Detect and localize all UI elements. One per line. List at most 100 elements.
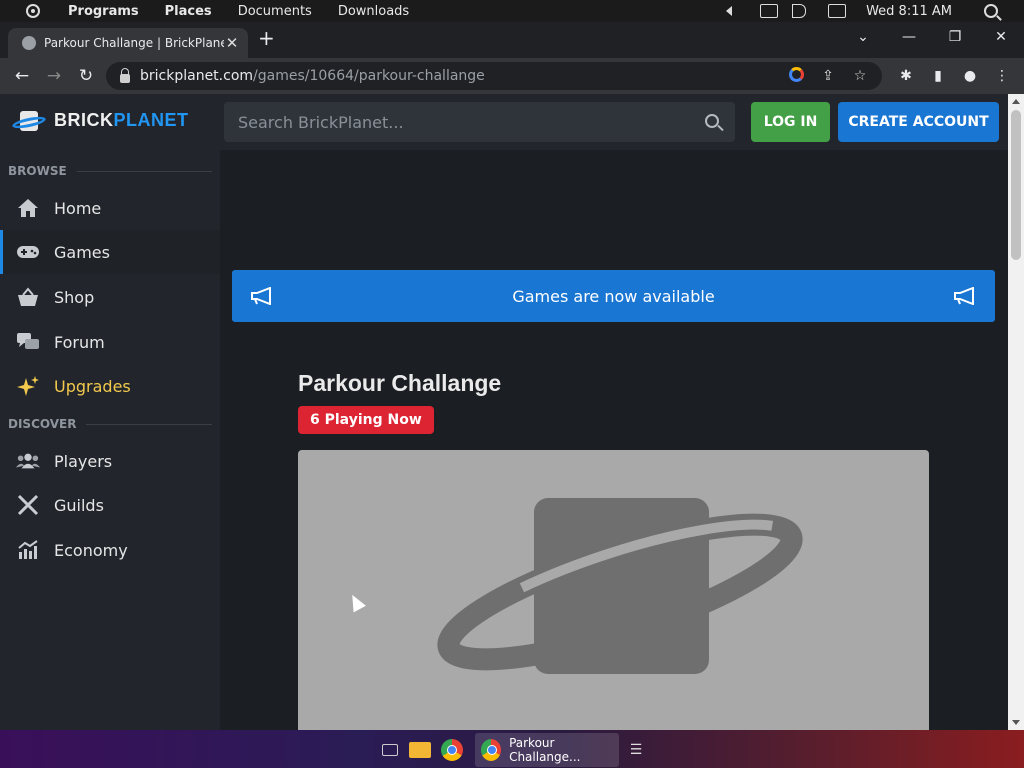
chrome-icon [481, 739, 502, 761]
sidebar-item-home[interactable]: Home [0, 186, 220, 230]
sidebar-item-label: Players [54, 451, 113, 471]
brickplanet-placeholder-icon [437, 498, 803, 674]
share-icon[interactable]: ⇪ [812, 68, 844, 84]
bookmark-star-icon[interactable]: ☆ [844, 68, 876, 84]
minimize-button[interactable]: — [886, 29, 932, 45]
chrome-menu-icon[interactable]: ⋮ [986, 68, 1018, 84]
google-lens-icon[interactable] [780, 66, 812, 86]
site-search-icon[interactable] [705, 114, 719, 128]
login-button[interactable]: LOG IN [751, 102, 830, 142]
sidebar: BROWSE Home Games Shop Forum Upgrades DI… [0, 150, 220, 730]
game-title: Parkour Challange [298, 370, 502, 396]
network-icon[interactable] [760, 4, 779, 18]
sparkles-icon [16, 376, 40, 396]
screen: Programs Places Documents Downloads Wed … [0, 0, 1024, 768]
system-top-bar: Programs Places Documents Downloads Wed … [0, 0, 1024, 22]
announcement-banner: Games are now available [232, 270, 995, 322]
tab-title: Parkour Challange | BrickPlanet [44, 36, 224, 50]
sidebar-item-players[interactable]: Players [0, 439, 220, 483]
chart-icon [16, 540, 40, 560]
profile-icon[interactable]: ● [954, 68, 986, 84]
taskbar-window-label: Parkour Challange... [509, 736, 581, 764]
lock-icon[interactable] [120, 68, 130, 83]
main-content: Games are now available Parkour Challang… [220, 150, 1008, 730]
activities-icon[interactable] [22, 0, 44, 22]
side-panel-icon[interactable]: ▮ [922, 68, 954, 84]
terminal-launcher[interactable] [375, 733, 405, 767]
sidebar-item-shop[interactable]: Shop [0, 275, 220, 319]
sidebar-item-games[interactable]: Games [0, 230, 220, 274]
files-launcher[interactable] [405, 733, 435, 767]
megaphone-icon [250, 286, 272, 306]
sidebar-item-label: Economy [54, 540, 128, 560]
web-page: BRICKPLANET LOG IN CREATE ACCOUNT BROWSE… [0, 94, 1008, 730]
sidebar-item-forum[interactable]: Forum [0, 320, 220, 364]
scroll-up-icon[interactable] [1012, 99, 1020, 104]
clock[interactable]: Wed 8:11 AM [866, 4, 952, 19]
forward-button[interactable]: → [38, 66, 70, 86]
favicon-icon [22, 36, 36, 50]
chrome-icon [441, 739, 463, 761]
browse-section-header: BROWSE [8, 164, 212, 178]
sidebar-item-label: Forum [54, 332, 105, 352]
tab-search-icon[interactable]: ⌄ [840, 29, 886, 45]
create-account-button[interactable]: CREATE ACCOUNT [838, 102, 999, 142]
back-button[interactable]: ← [6, 66, 38, 86]
url-path: /games/10664/parkour-challange [253, 68, 485, 84]
sidebar-item-label: Games [54, 242, 110, 262]
menu-downloads[interactable]: Downloads [338, 4, 409, 19]
folder-icon [409, 742, 431, 758]
chrome-launcher[interactable] [436, 733, 468, 767]
scrollbar-thumb[interactable] [1011, 110, 1021, 260]
users-icon [16, 451, 40, 471]
sidebar-item-label: Shop [54, 287, 95, 307]
taskbar-window-button[interactable]: Parkour Challange... [475, 733, 619, 767]
address-bar[interactable]: brickplanet.com/games/10664/parkour-chal… [106, 62, 882, 90]
volume-icon[interactable] [792, 4, 807, 18]
site-header: BRICKPLANET LOG IN CREATE ACCOUNT [0, 94, 1008, 150]
sidebar-item-guilds[interactable]: Guilds [0, 483, 220, 527]
tray-expand-icon[interactable] [726, 6, 733, 16]
basket-icon [16, 287, 40, 307]
url-host: brickplanet.com [140, 68, 254, 84]
sidebar-item-label: Guilds [54, 495, 104, 515]
swords-icon [16, 494, 40, 516]
window-controls: ⌄ — ❐ ✕ [840, 22, 1024, 52]
browse-label: BROWSE [8, 164, 67, 178]
taskbar: Parkour Challange... ☰ [0, 730, 1024, 768]
menu-programs[interactable]: Programs [68, 4, 139, 19]
menu-places[interactable]: Places [165, 4, 212, 19]
planet-logo-icon [11, 110, 47, 131]
brickplanet-logo[interactable]: BRICK PLANET [11, 110, 189, 131]
tab-close-icon[interactable]: ✕ [224, 34, 240, 52]
site-search-input[interactable] [238, 112, 678, 132]
extensions-icon[interactable]: ✱ [890, 68, 922, 84]
scroll-down-icon[interactable] [1012, 720, 1020, 725]
menu-documents[interactable]: Documents [238, 4, 312, 19]
home-icon [16, 198, 40, 218]
restore-button[interactable]: ❐ [932, 29, 978, 45]
megaphone-icon [953, 286, 975, 306]
site-search-box [224, 102, 735, 142]
discover-label: DISCOVER [8, 417, 77, 431]
sidebar-item-upgrades[interactable]: Upgrades [0, 364, 220, 408]
close-window-button[interactable]: ✕ [978, 29, 1024, 45]
search-icon[interactable] [984, 4, 998, 18]
browser-toolbar: ← → ↻ brickplanet.com/games/10664/parkou… [0, 58, 1024, 94]
game-thumbnail[interactable] [298, 450, 929, 730]
sidebar-item-label: Upgrades [54, 376, 131, 396]
sidebar-item-label: Home [54, 198, 102, 218]
discover-section-header: DISCOVER [8, 417, 212, 431]
new-tab-button[interactable]: + [258, 28, 275, 48]
playing-now-badge: 6 Playing Now [298, 406, 434, 434]
reload-button[interactable]: ↻ [70, 66, 102, 86]
logo-text-planet: PLANET [113, 110, 189, 130]
display-icon[interactable] [828, 4, 847, 18]
logo-text-brick: BRICK [54, 110, 114, 130]
terminal-icon [382, 744, 398, 756]
taskbar-menu-icon[interactable]: ☰ [624, 733, 648, 767]
sidebar-item-economy[interactable]: Economy [0, 528, 220, 572]
page-scrollbar[interactable] [1008, 94, 1024, 730]
browser-tab[interactable]: Parkour Challange | BrickPlanet ✕ [8, 28, 248, 58]
banner-text: Games are now available [512, 286, 715, 306]
